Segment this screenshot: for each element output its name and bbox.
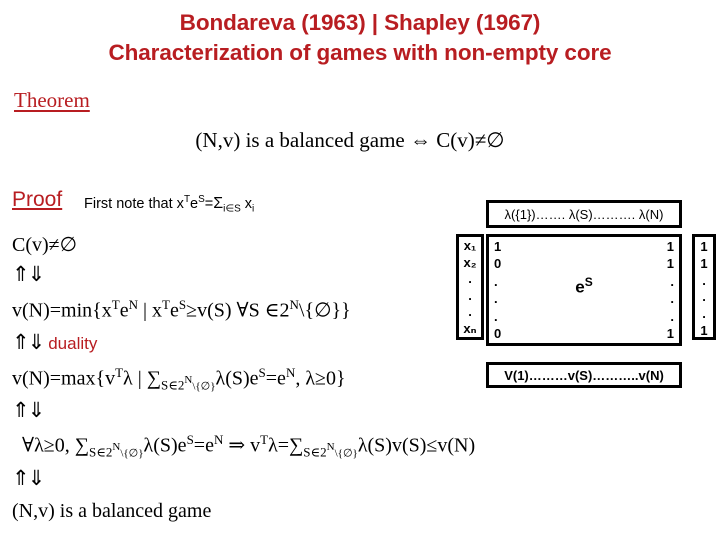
chain-equivalence-3: ⇑⇓ (12, 398, 45, 423)
max-sup-2: S (258, 365, 266, 380)
max-c: λ(S)e (215, 367, 259, 390)
equivalence-arrows-icon: ⇑⇓ (12, 466, 45, 490)
ones-vector-cell: . (702, 306, 706, 322)
forall-sub-3: S∈2 (303, 444, 327, 460)
equivalence-arrows-icon: ⇑⇓ (12, 398, 45, 422)
proof-note: First note that xTeS=Σi∈S xi (84, 194, 254, 215)
min-d: e (169, 299, 179, 322)
matrix-cell: 1 (666, 325, 674, 341)
proof-note-x: x (244, 195, 253, 212)
incidence-matrix-box: 1 0 . . . 0 eS 1 1 . . . 1 (486, 234, 682, 346)
min-sup-3: T (162, 297, 170, 312)
forall-f: λ(S)v(S)≤v(N) (357, 434, 476, 457)
matrix-cell: . (670, 308, 674, 324)
forall-sub-4: \{∅} (334, 447, 358, 460)
x-vector-cell: x₁ (463, 238, 477, 253)
theorem-label: Theorem (14, 88, 90, 112)
max-d: =e (265, 367, 286, 390)
max-sup-3: N (285, 365, 296, 380)
min-f: \{∅}} (298, 299, 351, 322)
max-sub-1: S∈2 (161, 377, 185, 393)
proof-label: Proof (12, 188, 63, 211)
chain-equivalence-1: ⇑⇓ (12, 262, 45, 287)
equivalence-arrows-icon: ⇑⇓ (12, 330, 45, 354)
slide-title: Bondareva (1963) | Shapley (1967) Charac… (0, 8, 720, 68)
title-line-1: Bondareva (1963) | Shapley (1967) (179, 10, 541, 35)
min-a: v(N)=min{x (12, 299, 112, 322)
chain-line-forall: ∀λ≥0, ∑S∈2N\{∅}λ(S)eS=eN ⇒ vTλ=∑S∈2N\{∅}… (22, 432, 475, 461)
title-line-2: Characterization of games with non-empty… (108, 40, 612, 65)
max-b: λ | ∑ (123, 367, 161, 390)
ones-vector-cell: . (702, 272, 706, 288)
v-footer-box: V(1)………v(S)………..v(N) (486, 362, 682, 388)
duality-annotation: duality (48, 334, 98, 353)
ones-vector-cell: 1 (700, 255, 708, 271)
forall-sub-1-sup: N (112, 440, 121, 453)
forall-sup-1: S (186, 432, 194, 447)
matrix-cell: . (670, 291, 674, 307)
x-vector-cell: . (468, 304, 472, 320)
theorem-statement: (N,v) is a balanced game ⇔ C(v)≠∅ (195, 128, 505, 152)
forall-sup-2: N (213, 432, 224, 447)
matrix-cell: 1 (666, 239, 674, 254)
x-vector-cell: x₂ (463, 254, 477, 270)
chain-line-final: (N,v) is a balanced game (12, 500, 212, 522)
max-sub-1-sup: N (184, 373, 193, 386)
ones-vector-cell: 1 (700, 239, 708, 254)
matrix-cell: . (494, 308, 498, 324)
min-sup-1: T (111, 297, 120, 312)
proof-note-index: i∈S (223, 203, 241, 215)
min-sup-2: N (128, 297, 138, 312)
matrix-center-label: eS (489, 275, 679, 298)
chain-equivalence-4: ⇑⇓ (12, 466, 45, 491)
forall-a: ∀λ≥0, ∑ (22, 434, 90, 457)
matrix-center-superscript: S (584, 275, 593, 289)
ones-vector-cell: 1 (700, 322, 708, 338)
min-e: ≥v(S) ∀S ∈2 (186, 299, 290, 322)
chain-equivalence-2: ⇑⇓ duality (12, 330, 97, 355)
x-vector-cell: . (468, 287, 472, 303)
matrix-cell: 1 (494, 239, 502, 254)
lambda-header-box: λ({1})……. λ(S)………. λ(N) (486, 200, 682, 228)
proof-note-prefix: First note that x (84, 195, 184, 212)
max-a: v(N)=max{v (12, 367, 116, 390)
ones-vector-cell: . (702, 289, 706, 305)
max-sub-2: \{∅} (192, 380, 216, 393)
min-sup-5: N (289, 297, 299, 312)
max-e: , λ≥0} (295, 367, 346, 390)
ones-vector-box: 1 1 . . . 1 (692, 234, 716, 340)
matrix-right-column: 1 1 . . . 1 (660, 240, 674, 340)
proof-note-xi: i (252, 203, 255, 215)
x-vector-cell: . (468, 271, 472, 287)
chain-line-core: C(v)≠∅ (12, 234, 78, 256)
forall-sup-3: T (260, 432, 269, 447)
equivalence-arrows-icon: ⇑⇓ (12, 262, 45, 286)
matrix-cell: 0 (494, 256, 502, 272)
forall-b: λ(S)e (143, 434, 187, 457)
max-sup-1: T (115, 365, 124, 380)
min-sup-4: S (178, 297, 187, 312)
matrix-cell: 1 (666, 256, 674, 272)
x-vector-box: x₁ x₂ . . . xₙ (456, 234, 484, 340)
min-c: | x (138, 299, 163, 322)
matrix-center-base: e (575, 277, 585, 297)
slide-canvas: Bondareva (1963) | Shapley (1967) Charac… (0, 0, 720, 540)
forall-c: =e (193, 434, 214, 457)
forall-sub-3-sup: N (326, 440, 335, 453)
proof-note-s: S (198, 194, 205, 205)
matrix-cell: 0 (494, 325, 502, 341)
forall-sub-2: \{∅} (120, 447, 144, 460)
matrix-cell: . (670, 273, 674, 289)
min-b: e (119, 299, 129, 322)
chain-line-min: v(N)=min{xTeN | xTeS≥v(S) ∀S ∈2N\{∅}} (12, 297, 351, 323)
proof-note-sigma: Σ (213, 194, 224, 212)
proof-note-equals: = (204, 195, 214, 212)
x-vector-cell: xₙ (463, 320, 477, 336)
forall-sub-1: S∈2 (89, 444, 113, 460)
forall-e: λ=∑ (268, 434, 304, 457)
chain-line-max: v(N)=max{vTλ | ∑S∈2N\{∅}λ(S)eS=eN, λ≥0} (12, 365, 346, 394)
forall-d: ⇒ v (223, 434, 261, 457)
proof-note-e: e (190, 195, 199, 212)
